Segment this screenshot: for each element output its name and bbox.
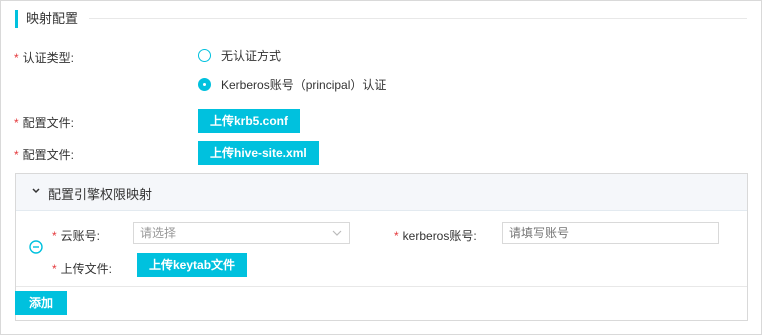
panel-divider [16, 286, 747, 287]
panel-header[interactable]: 配置引擎权限映射 [16, 174, 747, 211]
required-mark: * [52, 262, 57, 276]
radio-kerberos-auth-circle[interactable] [198, 78, 211, 91]
kerberos-account-input[interactable] [502, 222, 719, 244]
required-mark: * [14, 116, 19, 130]
config-file-label-1: * 配置文件: [14, 114, 74, 131]
config-file-label-2: * 配置文件: [14, 146, 74, 163]
upload-file-label-text: 上传文件: [60, 262, 113, 276]
chevron-down-icon[interactable] [31, 186, 41, 196]
radio-kerberos-auth-label: Kerberos账号（principal）认证 [221, 78, 387, 92]
upload-hive-site-button[interactable]: 上传hive-site.xml [198, 141, 319, 165]
cloud-account-select[interactable]: 请选择 [133, 222, 350, 244]
panel-title: 配置引擎权限映射 [48, 187, 153, 202]
auth-type-label-text: 认证类型: [22, 51, 75, 65]
required-mark: * [52, 229, 57, 243]
upload-krb5-button[interactable]: 上传krb5.conf [198, 109, 301, 133]
section-divider [89, 18, 747, 19]
remove-circle-icon[interactable] [29, 240, 43, 254]
radio-no-auth-circle[interactable] [198, 49, 211, 62]
required-mark: * [14, 51, 19, 65]
radio-no-auth-label: 无认证方式 [221, 49, 282, 63]
kerberos-account-label: * kerberos账号: [394, 227, 477, 244]
cloud-account-label: * 云账号: [52, 227, 100, 244]
auth-type-label: * 认证类型: [14, 49, 74, 66]
add-button[interactable]: 添加 [15, 291, 68, 315]
upload-file-label: * 上传文件: [52, 260, 112, 277]
radio-kerberos-auth[interactable]: Kerberos账号（principal）认证 [198, 76, 386, 93]
required-mark: * [14, 148, 19, 162]
cloud-account-placeholder: 请选择 [140, 226, 177, 240]
section-title: 映射配置 [15, 10, 78, 28]
config-file-label-2-text: 配置文件: [22, 148, 75, 162]
select-arrow-icon [332, 230, 342, 236]
engine-permission-mapping-panel: 配置引擎权限映射 *云账号: 请选择 *kerberos账号: *上传文件: 上… [15, 173, 748, 321]
radio-no-auth[interactable]: 无认证方式 [198, 47, 281, 64]
mapping-config-form: 映射配置 * 认证类型: 无认证方式 Kerberos账号（principal）认… [0, 0, 762, 335]
required-mark: * [394, 229, 399, 243]
cloud-account-label-text: 云账号: [60, 229, 101, 243]
kerberos-account-label-text: kerberos账号: [402, 229, 477, 243]
upload-keytab-button[interactable]: 上传keytab文件 [137, 253, 248, 277]
config-file-label-1-text: 配置文件: [22, 116, 75, 130]
